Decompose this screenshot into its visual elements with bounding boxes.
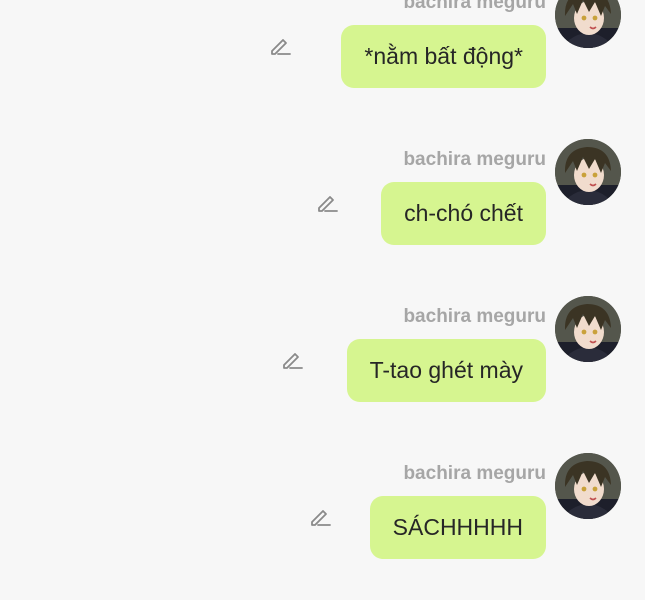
pencil-icon[interactable]: [267, 33, 293, 59]
sender-name: bachira meguru: [403, 149, 546, 170]
message-bubble[interactable]: *nằm bất động*: [341, 25, 546, 88]
message: bachira meguru *nằm bất động*: [0, 0, 645, 132]
avatar[interactable]: [555, 296, 621, 362]
message: bachira meguru SÁCHHHHH: [0, 453, 645, 600]
avatar[interactable]: [555, 139, 621, 205]
message: bachira meguru T-tao ghét mày: [0, 296, 645, 446]
chat-thread: bachira meguru *nằm bất động* bachira me…: [0, 0, 645, 600]
sender-name: bachira meguru: [403, 463, 546, 484]
pencil-icon[interactable]: [279, 347, 305, 373]
pencil-icon[interactable]: [314, 190, 340, 216]
avatar[interactable]: [555, 453, 621, 519]
message-bubble[interactable]: ch-chó chết: [381, 182, 546, 245]
sender-name: bachira meguru: [403, 306, 546, 327]
pencil-icon[interactable]: [307, 504, 333, 530]
message: bachira meguru ch-chó chết: [0, 139, 645, 289]
sender-name: bachira meguru: [403, 0, 546, 13]
message-bubble[interactable]: SÁCHHHHH: [369, 496, 546, 559]
avatar[interactable]: [555, 0, 621, 48]
message-bubble[interactable]: T-tao ghét mày: [346, 339, 546, 402]
